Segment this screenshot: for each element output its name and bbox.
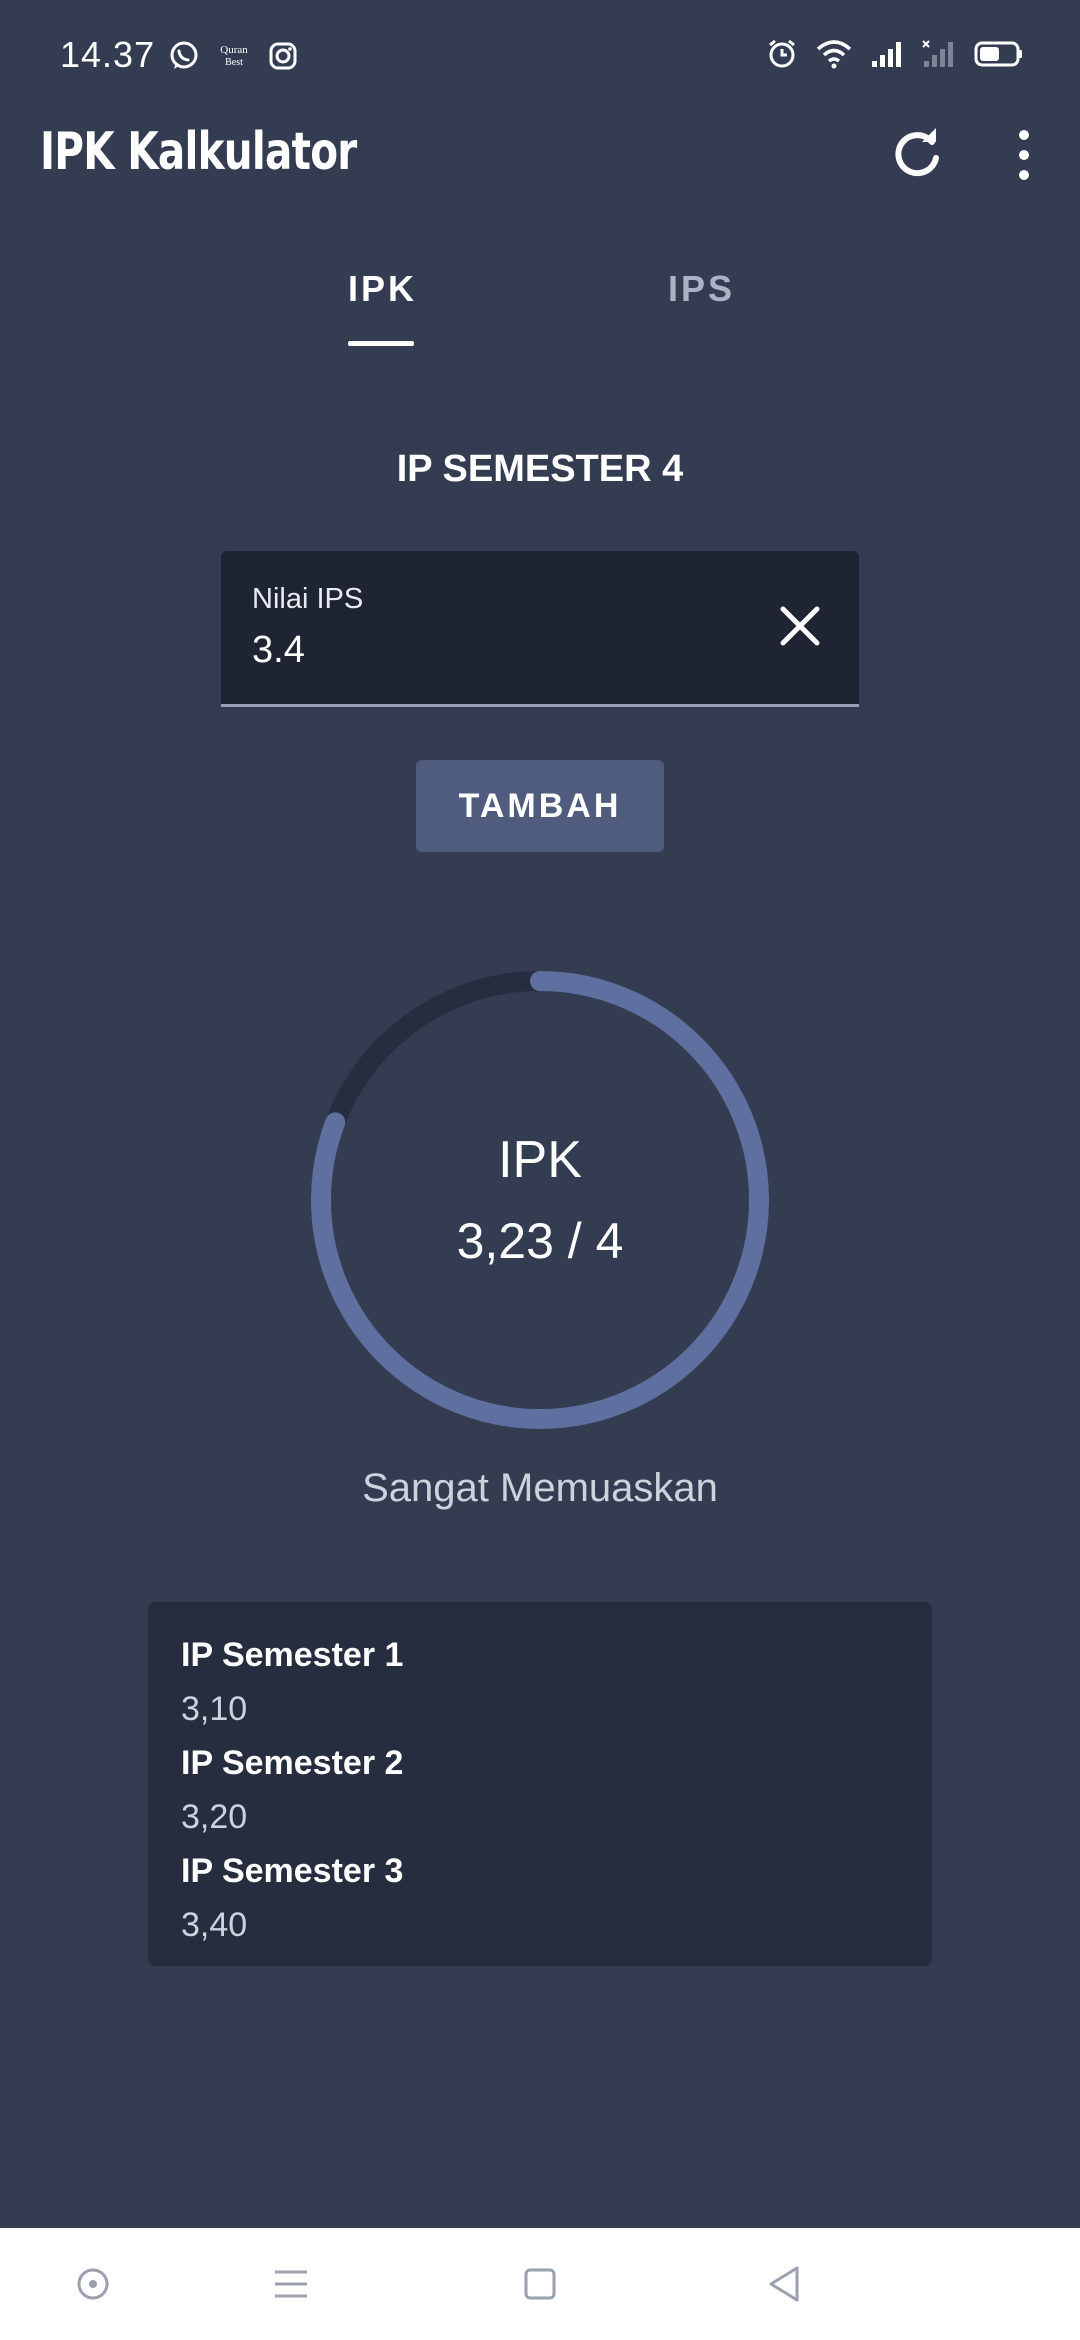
signal-no-service-icon [922, 40, 953, 67]
quran-best-icon: Quran Best [220, 44, 248, 68]
ipk-status: Sangat Memuaskan [362, 1466, 718, 1510]
history-item-title: IP Semester 2 [181, 1744, 404, 1782]
app-title: IPK Kalkulator [40, 122, 357, 182]
alarm-icon [769, 39, 795, 68]
ipk-label: IPK [498, 1131, 582, 1189]
system-nav-bar [0, 2228, 1080, 2340]
quran-label-top: Quran [220, 44, 248, 56]
status-app-icons: Quran Best [168, 40, 298, 72]
triangle-back-icon [769, 2266, 799, 2302]
section-title: IP SEMESTER 4 [396, 448, 684, 490]
history-item: IP Semester 2 3,20 [181, 1736, 932, 1844]
app-bar: IPK Kalkulator [0, 110, 1080, 260]
close-icon [780, 606, 820, 646]
tab-bar: IPK IPS [0, 250, 1080, 350]
menu-icon [275, 2270, 307, 2298]
history-item-value: 3,10 [181, 1690, 248, 1728]
history-item: IP Semester 3 3,40 [181, 1844, 932, 1952]
add-button[interactable]: TAMBAH [416, 760, 664, 852]
clear-input-button[interactable] [777, 603, 823, 649]
semester-history-card: IP Semester 1 3,10 IP Semester 2 3,20 IP… [148, 1602, 932, 1966]
ips-field-value[interactable]: 3.4 [252, 629, 305, 672]
history-item-value: 3,20 [181, 1798, 248, 1836]
wifi-icon [816, 40, 852, 69]
battery-icon [974, 41, 1022, 67]
status-system-icons [766, 38, 1024, 70]
signal-icon [872, 42, 901, 67]
history-item-title: IP Semester 3 [181, 1852, 404, 1890]
history-item-title: IP Semester 1 [181, 1636, 404, 1674]
refresh-icon [895, 128, 939, 177]
status-bar: 14.37 Quran Best [0, 0, 1080, 110]
menu-button[interactable] [267, 2260, 315, 2308]
refresh-button[interactable] [888, 126, 946, 184]
assistant-button[interactable] [69, 2260, 117, 2308]
more-options-button[interactable] [1004, 126, 1044, 184]
tab-indicator [348, 341, 414, 346]
history-item-value: 3,40 [181, 1906, 248, 1944]
recents-button[interactable] [516, 2260, 564, 2308]
circle-home-icon [77, 2268, 109, 2300]
ipk-progress-ring [311, 971, 769, 1429]
back-button[interactable] [761, 2260, 809, 2308]
instagram-icon [269, 42, 297, 70]
status-time: 14.37 [60, 34, 156, 75]
quran-label-bottom: Best [225, 57, 243, 68]
tab-ips[interactable]: IPS [668, 268, 735, 310]
whatsapp-icon [170, 41, 198, 69]
ipk-value: 3,23 / 4 [456, 1213, 624, 1269]
history-item: IP Semester 1 3,10 [181, 1628, 932, 1736]
tab-ipk[interactable]: IPK [348, 268, 417, 310]
square-recents-icon [524, 2268, 556, 2300]
ips-input-field[interactable]: Nilai IPS 3.4 [221, 551, 859, 707]
ips-field-label: Nilai IPS [252, 583, 364, 615]
more-vert-icon [1019, 130, 1029, 180]
